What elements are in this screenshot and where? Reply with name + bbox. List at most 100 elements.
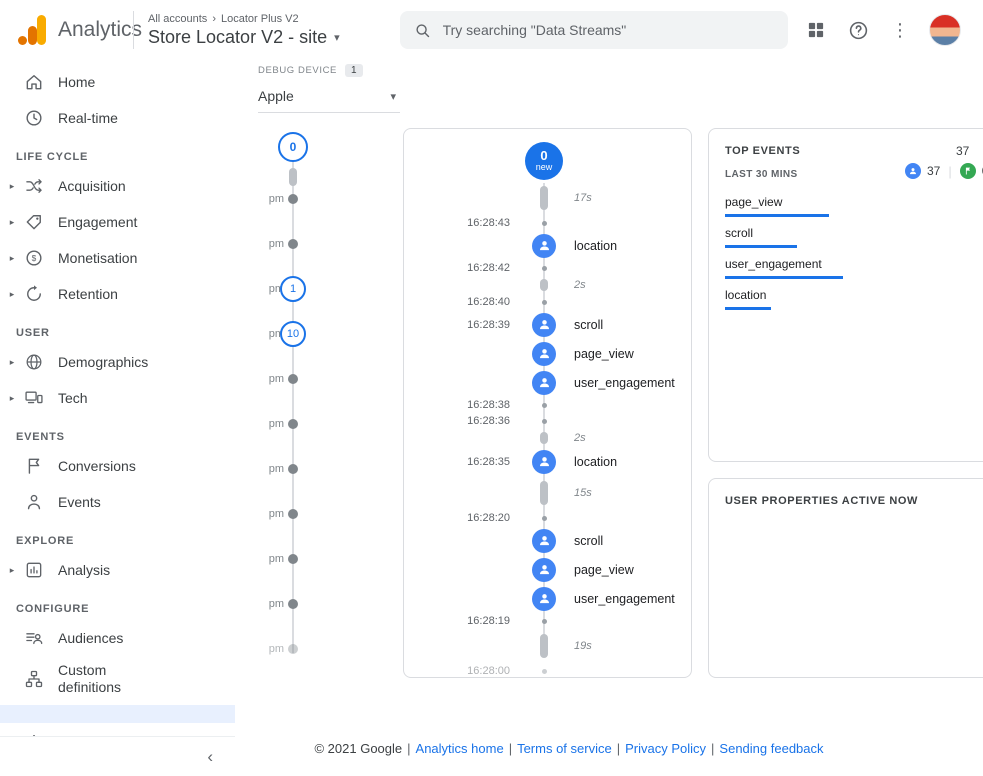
- event-name[interactable]: user_engagement: [568, 376, 691, 390]
- footer-link-analytics-home[interactable]: Analytics home: [416, 741, 504, 756]
- timeline-timestamp: 16:28:42: [404, 260, 691, 276]
- top-events-list: page_view scroll user_engagement locatio…: [725, 195, 983, 319]
- event-name[interactable]: location: [568, 239, 691, 253]
- gap-duration: 19s: [568, 640, 691, 652]
- timeline-dot: [542, 266, 547, 271]
- devices-icon: [24, 388, 44, 408]
- debug-device-select[interactable]: Apple ▾: [258, 80, 400, 113]
- minute-count-marker[interactable]: 1: [280, 276, 306, 302]
- event-name[interactable]: page_view: [568, 347, 691, 361]
- footer-link-terms[interactable]: Terms of service: [517, 741, 612, 756]
- event-name[interactable]: user_engagement: [568, 592, 691, 606]
- top-event-row[interactable]: scroll: [725, 226, 983, 248]
- event-name[interactable]: scroll: [568, 534, 691, 548]
- search-bar[interactable]: [400, 11, 788, 49]
- expand-caret-icon[interactable]: ▸: [0, 217, 24, 228]
- minutes-row[interactable]: pm: [238, 446, 348, 491]
- breadcrumb: All accounts › Locator Plus V2: [148, 13, 340, 25]
- breadcrumb-current[interactable]: Locator Plus V2: [221, 13, 299, 25]
- event-name[interactable]: location: [568, 455, 691, 469]
- minute-count-marker[interactable]: 10: [280, 321, 306, 347]
- top-event-row[interactable]: page_view: [725, 195, 983, 217]
- sidebar-item-retention[interactable]: ▸ Retention: [0, 276, 235, 312]
- sidebar-item-label: Retention: [58, 286, 118, 303]
- help-icon[interactable]: [845, 17, 871, 43]
- breadcrumb-separator-icon: ›: [212, 13, 216, 25]
- sidebar-item-label: Analysis: [58, 562, 110, 579]
- minute-label: pm: [269, 553, 284, 565]
- gap-duration: 17s: [568, 192, 691, 204]
- expand-caret-icon[interactable]: ▸: [0, 393, 24, 404]
- sidebar-item-conversions[interactable]: Conversions: [0, 448, 235, 484]
- user-event-icon[interactable]: [532, 234, 556, 258]
- timeline-event[interactable]: page_view: [404, 339, 691, 368]
- user-event-icon[interactable]: [532, 342, 556, 366]
- minutes-row[interactable]: pm: [238, 536, 348, 581]
- sidebar-item-events[interactable]: Events: [0, 484, 235, 520]
- new-events-count: 0: [540, 149, 547, 163]
- sidebar-item-acquisition[interactable]: ▸ Acquisition: [0, 168, 235, 204]
- user-event-icon[interactable]: [532, 529, 556, 553]
- app-name: Analytics: [58, 18, 142, 42]
- user-event-icon[interactable]: [532, 450, 556, 474]
- minutes-row[interactable]: pm: [238, 491, 348, 536]
- sidebar-collapse-button[interactable]: ‹: [0, 736, 235, 776]
- minutes-current-marker[interactable]: 0: [278, 132, 308, 162]
- sidebar-item-custom-definitions[interactable]: Custom definitions: [0, 656, 235, 702]
- minutes-row[interactable]: pm1: [238, 266, 348, 311]
- footer: © 2021 Google|Analytics home|Terms of se…: [235, 741, 903, 756]
- new-events-marker[interactable]: 0 new: [525, 142, 563, 180]
- more-options-icon[interactable]: ⋮: [887, 17, 913, 43]
- expand-caret-icon[interactable]: ▸: [0, 289, 24, 300]
- sidebar-item-realtime[interactable]: Real-time: [0, 100, 235, 136]
- timeline-gap: 2s: [404, 429, 691, 447]
- sidebar-item-home[interactable]: Home: [0, 64, 235, 100]
- expand-caret-icon[interactable]: ▸: [0, 565, 24, 576]
- sidebar-item-monetisation[interactable]: ▸ $ Monetisation: [0, 240, 235, 276]
- timeline-event[interactable]: location: [404, 231, 691, 260]
- gap-capsule: [540, 186, 548, 210]
- top-event-row[interactable]: location: [725, 288, 983, 310]
- sidebar-item-demographics[interactable]: ▸ Demographics: [0, 344, 235, 380]
- minutes-row[interactable]: pm10: [238, 311, 348, 356]
- property-selector[interactable]: Store Locator V2 - site ▾: [148, 27, 340, 48]
- minutes-row[interactable]: pm: [238, 581, 348, 626]
- sidebar-item-label: Events: [58, 494, 101, 511]
- expand-caret-icon[interactable]: ▸: [0, 181, 24, 192]
- expand-caret-icon[interactable]: ▸: [0, 253, 24, 264]
- user-event-icon[interactable]: [532, 587, 556, 611]
- footer-link-privacy[interactable]: Privacy Policy: [625, 741, 706, 756]
- timeline-event[interactable]: user_engagement: [404, 368, 691, 397]
- analytics-logo[interactable]: Analytics: [0, 15, 133, 45]
- sidebar-item-audiences[interactable]: Audiences: [0, 620, 235, 656]
- minutes-row[interactable]: pm: [238, 221, 348, 266]
- minutes-row[interactable]: pm: [238, 626, 348, 671]
- user-event-icon[interactable]: [532, 558, 556, 582]
- sidebar-item-analysis[interactable]: ▸ Analysis: [0, 552, 235, 588]
- minute-label: pm: [269, 463, 284, 475]
- timeline-event[interactable]: scroll: [404, 526, 691, 555]
- sidebar-item-engagement[interactable]: ▸ Engagement: [0, 204, 235, 240]
- minutes-row[interactable]: pm: [238, 401, 348, 446]
- avatar[interactable]: [929, 14, 961, 46]
- user-event-icon[interactable]: [532, 371, 556, 395]
- user-event-icon[interactable]: [532, 313, 556, 337]
- top-event-bar: [725, 214, 829, 217]
- expand-caret-icon[interactable]: ▸: [0, 357, 24, 368]
- event-name[interactable]: scroll: [568, 318, 691, 332]
- timeline-event[interactable]: 16:28:39scroll: [404, 310, 691, 339]
- breadcrumb-root[interactable]: All accounts: [148, 13, 207, 25]
- footer-link-feedback[interactable]: Sending feedback: [719, 741, 823, 756]
- sidebar-item-selected[interactable]: [0, 705, 235, 723]
- minutes-row[interactable]: pm: [238, 356, 348, 401]
- apps-grid-icon[interactable]: [803, 17, 829, 43]
- debug-device-count-badge: 1: [345, 64, 363, 77]
- timeline-event[interactable]: 16:28:35location: [404, 447, 691, 476]
- event-name[interactable]: page_view: [568, 563, 691, 577]
- top-event-row[interactable]: user_engagement: [725, 257, 983, 279]
- search-input[interactable]: [443, 22, 774, 38]
- timeline-event[interactable]: user_engagement: [404, 584, 691, 613]
- timeline-event[interactable]: page_view: [404, 555, 691, 584]
- new-events-label: new: [536, 163, 553, 173]
- sidebar-item-tech[interactable]: ▸ Tech: [0, 380, 235, 416]
